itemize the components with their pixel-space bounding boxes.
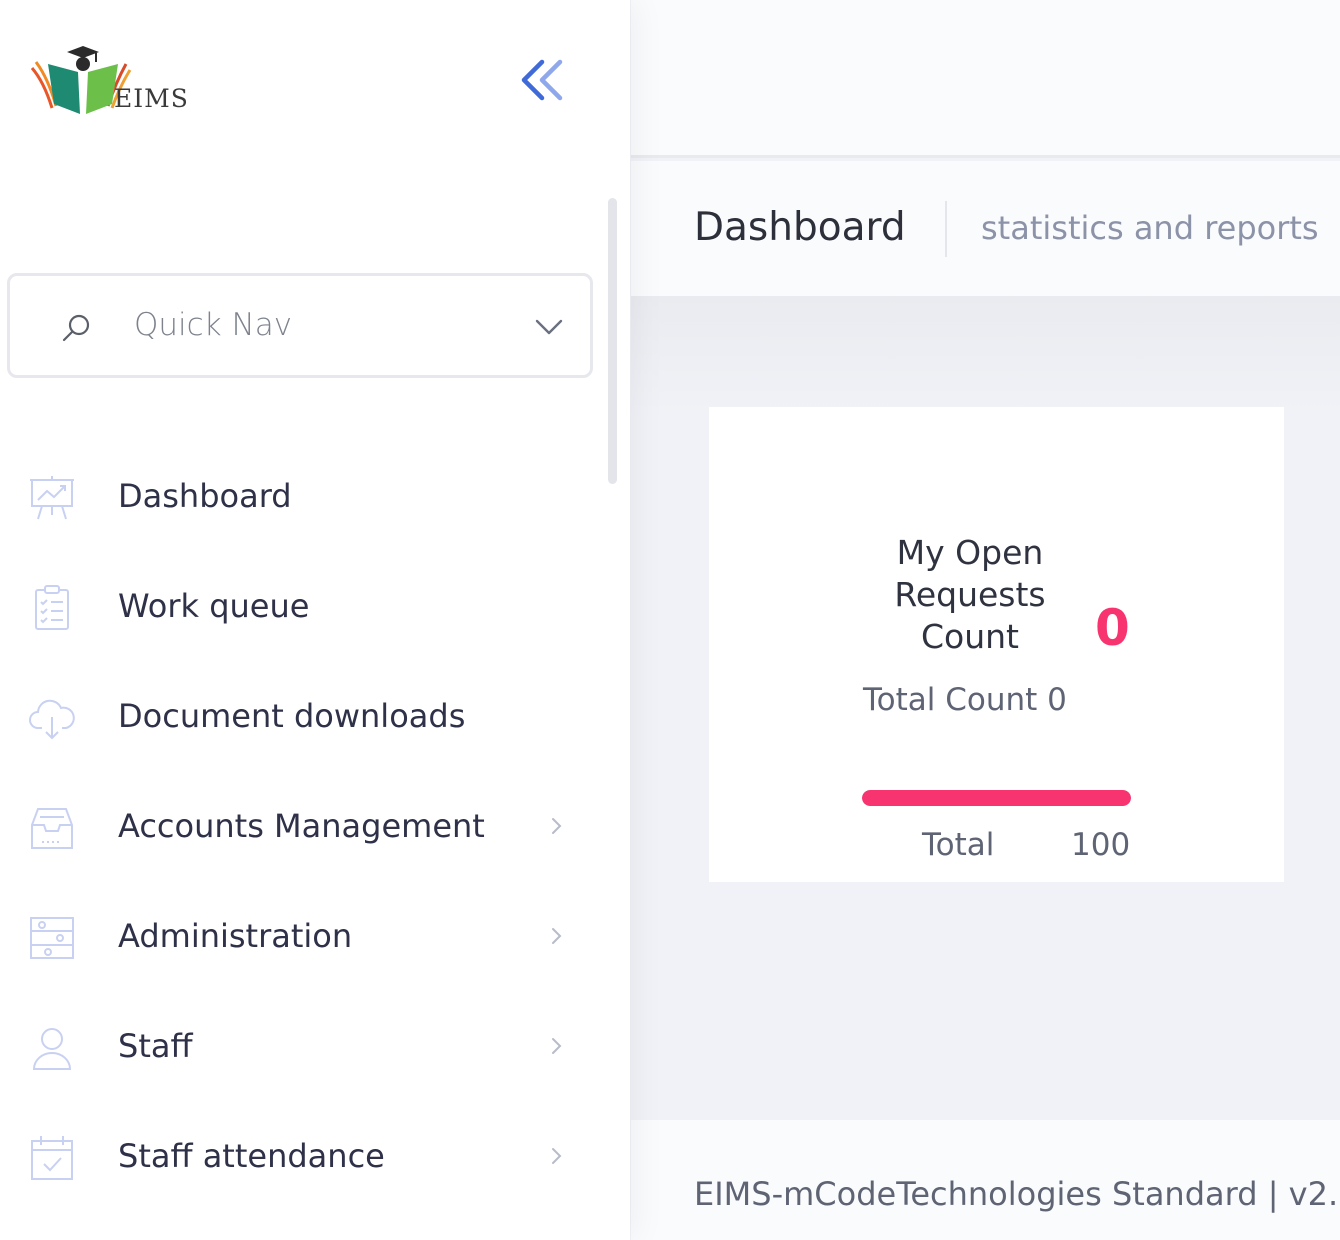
chevron-right-icon xyxy=(552,818,562,834)
chevron-right-icon xyxy=(552,1038,562,1054)
sidebar-item-staff[interactable]: Staff xyxy=(0,993,600,1103)
sidebar-item-label: Document downloads xyxy=(118,697,466,735)
top-bar xyxy=(631,0,1340,158)
widget-title-line: My Open xyxy=(896,533,1044,572)
presentation-chart-icon xyxy=(30,476,74,520)
sidebar-item-administration[interactable]: Administration xyxy=(0,883,600,993)
chevron-down-icon xyxy=(535,319,563,335)
sidebar-item-accounts-management[interactable]: Accounts Management xyxy=(0,773,600,883)
calendar-check-icon xyxy=(31,1136,73,1180)
eims-logo[interactable]: EIMS xyxy=(30,42,200,120)
logo-text: EIMS xyxy=(114,84,189,113)
widget-title: My Open Requests Count xyxy=(859,532,1081,658)
sidebar-item-dashboard[interactable]: Dashboard xyxy=(0,443,600,553)
widget-total-label: Total xyxy=(922,827,995,863)
widget-progress-bar xyxy=(862,790,1131,806)
double-chevron-left-icon xyxy=(521,59,563,101)
sidebar-item-label: Administration xyxy=(118,917,353,955)
sidebar-item-label: Staff xyxy=(118,1027,193,1065)
clipboard-checklist-icon xyxy=(35,585,69,630)
sidebar-item-label: Accounts Management xyxy=(118,807,485,845)
sidebar-nav: Dashboard Work queue Document downloads xyxy=(0,443,600,1213)
widget-total-value: 100 xyxy=(1071,827,1131,863)
app-footer: EIMS-mCodeTechnologies Standard | v2. xyxy=(631,1120,1340,1240)
sidebar-item-label: Work queue xyxy=(118,587,310,625)
sidebar-item-label: Staff attendance xyxy=(118,1137,385,1175)
inbox-tray-icon xyxy=(31,808,73,849)
footer-text: EIMS-mCodeTechnologies Standard | v2. xyxy=(694,1175,1339,1213)
cloud-download-icon xyxy=(29,699,75,740)
settings-sliders-icon xyxy=(30,917,74,959)
widget-title-line: Requests xyxy=(894,575,1046,614)
sidebar-scrollbar[interactable] xyxy=(608,198,617,484)
sidebar-item-label: Dashboard xyxy=(118,477,292,515)
widget-value: 0 xyxy=(1095,599,1130,657)
widget-total-count: Total Count 0 xyxy=(863,682,1067,718)
page-subtitle: statistics and reports xyxy=(981,209,1319,247)
collapse-sidebar-button[interactable] xyxy=(518,56,568,104)
chevron-right-icon xyxy=(552,1148,562,1164)
user-icon xyxy=(32,1028,72,1070)
sidebar-item-staff-attendance[interactable]: Staff attendance xyxy=(0,1103,600,1213)
quick-nav-label: Quick Nav xyxy=(134,307,293,343)
chevron-right-icon xyxy=(552,928,562,944)
page-header: Dashboard statistics and reports xyxy=(631,161,1340,296)
main-content: My Open Requests Count 0 Total Count 0 T… xyxy=(631,296,1340,1120)
sidebar-item-work-queue[interactable]: Work queue xyxy=(0,553,600,663)
sidebar-item-document-downloads[interactable]: Document downloads xyxy=(0,663,600,773)
widget-title-line: Count xyxy=(920,617,1019,656)
widget-progress-fill xyxy=(862,790,1131,806)
header-divider xyxy=(945,201,947,257)
open-requests-widget: My Open Requests Count 0 Total Count 0 T… xyxy=(709,407,1284,882)
sidebar: EIMS Quick Nav Dashboard Work queue Docu… xyxy=(0,0,630,1240)
page-title: Dashboard xyxy=(694,205,906,250)
search-icon xyxy=(62,314,90,342)
quick-nav-select[interactable]: Quick Nav xyxy=(7,273,593,378)
